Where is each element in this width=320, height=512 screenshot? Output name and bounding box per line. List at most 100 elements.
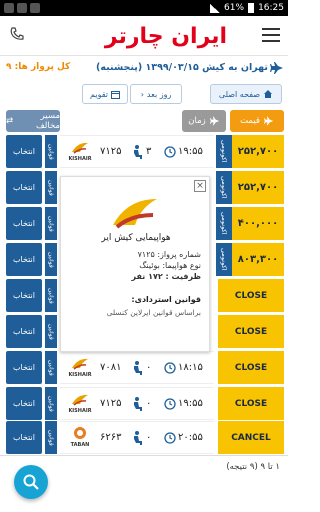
rules-tab[interactable]: قوانین bbox=[45, 279, 57, 312]
rules-tab[interactable]: قوانین bbox=[45, 351, 57, 384]
refund-title: قوانین استردادی: bbox=[131, 295, 201, 304]
seat-icon bbox=[134, 145, 142, 159]
plane-icon bbox=[209, 116, 220, 126]
select-button[interactable]: انتخاب bbox=[6, 135, 42, 168]
route-title: تهران به کیش ۱۳۹۹/۰۳/۱۵ (پنجشنبه) bbox=[96, 62, 268, 73]
departure-time: ۲۰:۵۵ bbox=[178, 432, 203, 443]
flight-number-info: شماره پرواز: ۷۱۲۵ bbox=[137, 250, 201, 259]
result-count: ۱ تا ۹ (۹ نتیجه) bbox=[226, 462, 280, 472]
next-day-button[interactable]: روز بعد ‹ bbox=[130, 84, 182, 104]
clock-icon bbox=[164, 398, 176, 410]
flight-details[interactable]: KISHAIR ۷۰۸۱ ۰ ۱۸:۱۵ bbox=[60, 351, 214, 384]
close-icon[interactable]: × bbox=[194, 180, 206, 192]
calendar-button[interactable]: تقویم bbox=[82, 84, 128, 104]
airline-code: KISHAIR bbox=[68, 156, 92, 162]
seat-icon bbox=[134, 361, 142, 375]
price-box[interactable]: ۸۰۳,۳۰۰ bbox=[232, 243, 284, 276]
select-button[interactable]: انتخاب bbox=[6, 171, 42, 204]
refund-text: براساس قوانین ایرلاین کنسلی bbox=[106, 308, 201, 317]
aircraft-info: نوع هواپیما: بوئینگ bbox=[139, 261, 201, 270]
flight-number: ۷۰۸۱ bbox=[100, 362, 122, 373]
seat-count: ۰ bbox=[146, 432, 152, 443]
class-label: اکونومی bbox=[216, 135, 232, 168]
battery-percent: 61% bbox=[224, 3, 245, 13]
notification-icon bbox=[17, 3, 27, 13]
flight-details[interactable]: KISHAIR ۷۱۲۵ ۳ ۱۹:۵۵ bbox=[60, 135, 214, 168]
airline-logo: TABAN bbox=[66, 426, 94, 450]
status-box: CLOSE bbox=[218, 387, 284, 420]
kishair-logo-icon bbox=[113, 199, 157, 229]
flight-details[interactable]: TABAN ۶۲۶۳ ۰ ۲۰:۵۵ bbox=[60, 421, 214, 454]
status-box: CLOSE bbox=[218, 279, 284, 312]
status-box: CLOSE bbox=[218, 351, 284, 384]
logo-text: ایران چارتر bbox=[104, 23, 228, 49]
plane-icon bbox=[270, 62, 283, 74]
home-label: صفحه اصلی bbox=[218, 89, 261, 99]
reverse-route-button[interactable]: مسیر مخالف ⇄ bbox=[6, 110, 60, 132]
next-day-label: روز بعد bbox=[146, 89, 172, 99]
kishair-logo-icon bbox=[72, 394, 88, 406]
menu-icon[interactable] bbox=[262, 28, 280, 42]
rules-tab[interactable]: قوانین bbox=[45, 207, 57, 240]
rules-tab[interactable]: قوانین bbox=[45, 315, 57, 348]
sort-price-button[interactable]: قیمت bbox=[230, 110, 284, 132]
flight-row: انتخاب قوانین TABAN ۶۲۶۳ ۰ ۲۰:۵۵ CANCEL bbox=[0, 421, 288, 454]
rules-tab[interactable]: قوانین bbox=[45, 135, 57, 168]
select-button[interactable]: انتخاب bbox=[6, 351, 42, 384]
app-header: ایران چارتر bbox=[0, 16, 288, 56]
select-button[interactable]: انتخاب bbox=[6, 315, 42, 348]
battery-icon bbox=[248, 3, 255, 13]
rules-tab[interactable]: قوانین bbox=[45, 387, 57, 420]
clock-icon bbox=[164, 146, 176, 158]
airline-code: KISHAIR bbox=[68, 372, 92, 378]
kishair-logo-icon bbox=[72, 358, 88, 370]
rules-tab[interactable]: قوانین bbox=[45, 421, 57, 454]
flight-row: انتخاب قوانین KISHAIR ۷۱۲۵ ۳ ۱۹:۵۵ اکونو… bbox=[0, 135, 288, 168]
flight-number: ۷۱۲۵ bbox=[100, 398, 122, 409]
flight-info: شماره پرواز: ۷۱۲۵ نوع هواپیما: بوئینگ ظر… bbox=[132, 249, 201, 282]
price-box[interactable]: ۲۵۲,۷۰۰ bbox=[232, 171, 284, 204]
sort-bar: قیمت زمان مسیر مخالف ⇄ bbox=[0, 110, 288, 132]
notification-icon bbox=[4, 3, 14, 13]
select-button[interactable]: انتخاب bbox=[6, 387, 42, 420]
home-button[interactable]: صفحه اصلی bbox=[210, 84, 282, 104]
rules-tab[interactable]: قوانین bbox=[45, 243, 57, 276]
clock-icon bbox=[164, 432, 176, 444]
select-button[interactable]: انتخاب bbox=[6, 421, 42, 454]
notification-icon bbox=[30, 3, 40, 13]
status-bar: 61% 16:25 bbox=[0, 0, 288, 16]
class-label: اکونومی bbox=[216, 207, 232, 240]
price-box[interactable]: ۴۰۰,۰۰۰ bbox=[232, 207, 284, 240]
price-box[interactable]: ۲۵۲,۷۰۰ bbox=[232, 135, 284, 168]
airline-name: هواپیمایی کیش ایر bbox=[101, 233, 171, 243]
swap-icon: ⇄ bbox=[6, 116, 14, 126]
plane-icon bbox=[263, 116, 274, 126]
sort-time-button[interactable]: زمان bbox=[182, 110, 226, 132]
flight-details[interactable]: KISHAIR ۷۱۲۵ ۰ ۱۹:۵۵ bbox=[60, 387, 214, 420]
flight-number: ۶۲۶۳ bbox=[100, 432, 122, 443]
flight-count: کل پرواز ها: ۹ bbox=[6, 62, 71, 72]
chevron-left-icon: ‹ bbox=[140, 89, 144, 99]
class-label: اکونومی bbox=[216, 171, 232, 204]
site-logo[interactable]: ایران چارتر bbox=[92, 21, 240, 51]
flight-row: انتخاب قوانین KISHAIR ۷۱۲۵ ۰ ۱۹:۵۵ CLOSE bbox=[0, 387, 288, 420]
signal-icon bbox=[210, 3, 221, 13]
calendar-icon bbox=[110, 90, 120, 99]
phone-icon[interactable] bbox=[9, 26, 25, 42]
status-box: CLOSE bbox=[218, 315, 284, 348]
airline-logo: KISHAIR bbox=[66, 356, 94, 380]
select-button[interactable]: انتخاب bbox=[6, 279, 42, 312]
seat-count: ۰ bbox=[146, 362, 152, 373]
select-button[interactable]: انتخاب bbox=[6, 243, 42, 276]
kishair-logo-icon bbox=[72, 142, 88, 154]
flight-number: ۷۱۲۵ bbox=[100, 146, 122, 157]
select-button[interactable]: انتخاب bbox=[6, 207, 42, 240]
airline-code: KISHAIR bbox=[68, 408, 92, 414]
status-box: CANCEL bbox=[218, 421, 284, 454]
seat-icon bbox=[134, 431, 142, 445]
airline-logo: KISHAIR bbox=[66, 392, 94, 416]
search-button[interactable] bbox=[14, 465, 48, 499]
rules-tab[interactable]: قوانین bbox=[45, 171, 57, 204]
notification-icons bbox=[4, 3, 40, 13]
clock-icon bbox=[164, 362, 176, 374]
